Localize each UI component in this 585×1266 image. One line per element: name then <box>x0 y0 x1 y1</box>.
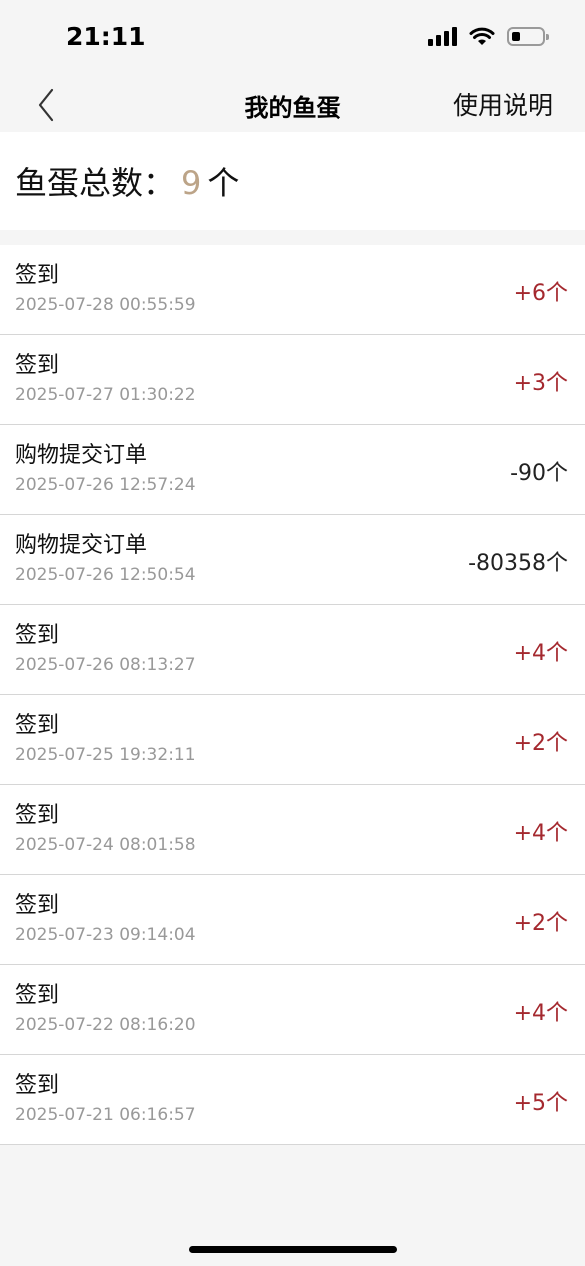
usage-guide-button[interactable]: 使用说明 <box>453 86 553 122</box>
record-amount: +2个 <box>513 731 568 756</box>
record-time: 2025-07-21 06:16:57 <box>15 1105 196 1125</box>
record-item: 签到 2025-07-28 00:55:59 +6个 <box>0 245 585 335</box>
back-button[interactable] <box>32 86 62 124</box>
record-time: 2025-07-24 08:01:58 <box>15 835 196 855</box>
record-item: 签到 2025-07-25 19:32:11 +2个 <box>0 695 585 785</box>
record-item: 购物提交订单 2025-07-26 12:50:54 -80358个 <box>0 515 585 605</box>
summary-line: 鱼蛋总数： 9 个 <box>15 158 239 204</box>
record-time: 2025-07-27 01:30:22 <box>15 385 196 405</box>
record-title: 签到 <box>15 263 60 288</box>
record-title: 签到 <box>15 983 60 1008</box>
record-amount: +2个 <box>513 911 568 936</box>
status-time: 21:11 <box>66 22 146 51</box>
record-amount: +4个 <box>513 1001 568 1026</box>
record-amount: +6个 <box>513 281 568 306</box>
record-amount: +4个 <box>513 641 568 666</box>
status-bar: 21:11 <box>0 0 585 78</box>
record-item: 购物提交订单 2025-07-26 12:57:24 -90个 <box>0 425 585 515</box>
record-time: 2025-07-26 12:57:24 <box>15 475 196 495</box>
record-amount: -90个 <box>510 461 568 486</box>
wifi-icon <box>469 27 495 45</box>
record-amount: +4个 <box>513 821 568 846</box>
record-item: 签到 2025-07-26 08:13:27 +4个 <box>0 605 585 695</box>
record-time: 2025-07-26 08:13:27 <box>15 655 196 675</box>
record-amount: +3个 <box>513 371 568 396</box>
record-amount: -80358个 <box>468 551 568 576</box>
summary-count: 9 <box>181 164 202 202</box>
summary-unit: 个 <box>207 164 240 202</box>
record-title: 签到 <box>15 713 60 738</box>
record-item: 签到 2025-07-21 06:16:57 +5个 <box>0 1055 585 1145</box>
home-indicator[interactable] <box>189 1246 397 1253</box>
battery-icon <box>507 26 549 46</box>
record-time: 2025-07-25 19:32:11 <box>15 745 196 765</box>
record-time: 2025-07-22 08:16:20 <box>15 1015 196 1035</box>
record-item: 签到 2025-07-27 01:30:22 +3个 <box>0 335 585 425</box>
record-title: 签到 <box>15 893 60 918</box>
record-time: 2025-07-23 09:14:04 <box>15 925 196 945</box>
record-item: 签到 2025-07-24 08:01:58 +4个 <box>0 785 585 875</box>
record-title: 签到 <box>15 353 60 378</box>
record-time: 2025-07-28 00:55:59 <box>15 295 196 315</box>
total-summary: 鱼蛋总数： 9 个 <box>0 132 585 230</box>
status-icons <box>428 26 549 46</box>
chevron-left-icon <box>38 88 54 122</box>
signal-icon <box>428 26 457 46</box>
record-title: 签到 <box>15 803 60 828</box>
record-time: 2025-07-26 12:50:54 <box>15 565 196 585</box>
record-item: 签到 2025-07-23 09:14:04 +2个 <box>0 875 585 965</box>
record-title: 购物提交订单 <box>15 443 148 468</box>
record-title: 购物提交订单 <box>15 533 148 558</box>
record-list: 签到 2025-07-28 00:55:59 +6个 签到 2025-07-27… <box>0 245 585 1145</box>
record-title: 签到 <box>15 623 60 648</box>
record-amount: +5个 <box>513 1091 568 1116</box>
summary-label: 鱼蛋总数： <box>15 164 176 202</box>
record-title: 签到 <box>15 1073 60 1098</box>
nav-bar: 我的鱼蛋 使用说明 <box>0 78 585 132</box>
record-item: 签到 2025-07-22 08:16:20 +4个 <box>0 965 585 1055</box>
